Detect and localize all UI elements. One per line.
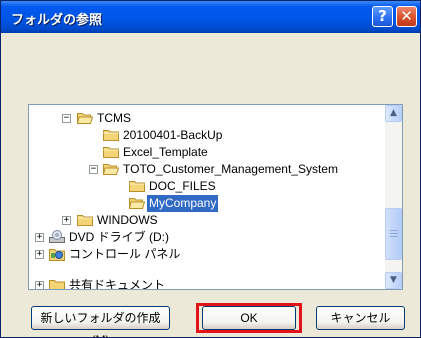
ok-button[interactable]: OK — [202, 306, 296, 330]
window-title: フォルダの参照 — [11, 13, 103, 28]
folder-tree[interactable]: − TCMS 20100401-BackUp Excel_Template − … — [28, 104, 403, 290]
tree-item-shared-documents[interactable]: + 共有ドキュメント — [29, 277, 384, 290]
expand-icon[interactable]: + — [35, 281, 44, 289]
tree-item-dvd-drive[interactable]: + DVD ドライブ (D:) — [29, 229, 384, 246]
tree-item-label: コントロール パネル — [69, 247, 181, 261]
folder-icon — [129, 181, 145, 192]
help-button[interactable]: ? — [372, 6, 393, 27]
tree-item-mycompany[interactable]: MyCompany — [29, 195, 384, 212]
open-folder-icon — [77, 113, 93, 124]
open-folder-icon — [103, 164, 119, 175]
scroll-up-button[interactable]: ▲ — [385, 105, 402, 122]
tree-item-label: 共有ドキュメント — [69, 278, 166, 290]
folder-icon — [103, 147, 119, 158]
tree-item-excel-template[interactable]: Excel_Template — [29, 144, 384, 161]
tree-item-label: DVD ドライブ (D:) — [69, 230, 169, 244]
expand-icon[interactable]: + — [62, 216, 71, 225]
expand-icon[interactable]: + — [35, 233, 44, 242]
browse-folder-dialog: フォルダの参照 ? ✕ − TCMS 20100401-BackUp Excel… — [0, 0, 421, 338]
collapse-icon[interactable]: − — [89, 165, 98, 174]
close-button[interactable]: ✕ — [396, 6, 417, 27]
new-folder-button[interactable]: 新しいフォルダの作成(M) — [31, 306, 170, 337]
tree-item-label: Excel_Template — [123, 145, 208, 159]
tree-item-doc-files[interactable]: DOC_FILES — [29, 178, 384, 195]
tree-item-label: DOC_FILES — [149, 179, 216, 193]
scroll-thumb[interactable] — [385, 208, 402, 260]
vertical-scrollbar[interactable]: ▲ ▼ — [385, 105, 402, 289]
shared-folder-icon — [49, 280, 65, 289]
tree-item-label: TCMS — [97, 111, 131, 125]
tree-item-control-panel[interactable]: + コントロール パネル — [29, 246, 384, 263]
tree-item-toto-cms[interactable]: − TOTO_Customer_Management_System — [29, 161, 384, 178]
tree-item-label: WINDOWS — [97, 213, 158, 227]
dvd-drive-icon — [49, 230, 65, 243]
tree-item-windows[interactable]: + WINDOWS — [29, 212, 384, 229]
collapse-icon[interactable]: − — [62, 114, 71, 123]
tree-item-tcms[interactable]: − TCMS — [29, 110, 384, 127]
selected-folder-label: MyCompany — [147, 195, 219, 212]
expand-icon[interactable]: + — [35, 250, 44, 259]
title-bar[interactable]: フォルダの参照 ? ✕ — [1, 1, 420, 33]
tree-item-backup[interactable]: 20100401-BackUp — [29, 127, 384, 144]
scroll-down-button[interactable]: ▼ — [385, 272, 402, 289]
folder-icon — [77, 215, 93, 226]
control-panel-icon — [49, 249, 65, 261]
open-folder-icon — [129, 198, 145, 209]
folder-icon — [103, 130, 119, 141]
tree-item-label: 20100401-BackUp — [123, 128, 223, 142]
tree-item-label: TOTO_Customer_Management_System — [123, 162, 338, 176]
cancel-button[interactable]: キャンセル — [316, 306, 405, 330]
